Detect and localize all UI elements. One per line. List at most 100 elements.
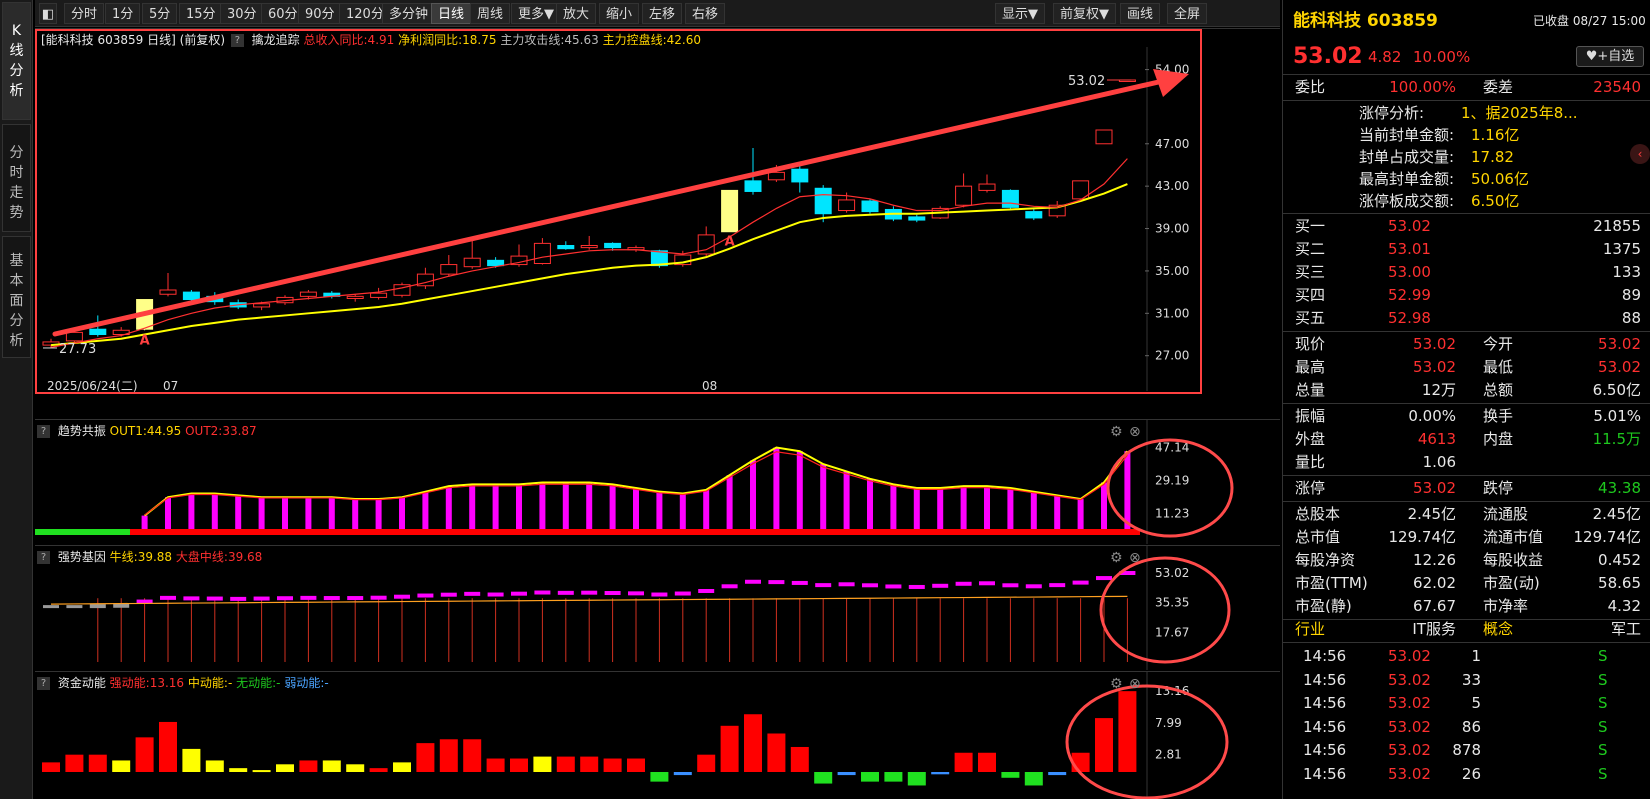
period-button-0[interactable]: 分时: [64, 3, 105, 24]
trend-bar: [1007, 488, 1014, 529]
capital-bar: [650, 772, 669, 782]
stat-label: 跌停: [1483, 479, 1514, 497]
tick-volume: 1: [1471, 647, 1481, 665]
capital-bar: [159, 721, 177, 772]
stat-row: 市盈(TTM) 62.02 市盈(动) 58.65: [1283, 572, 1650, 595]
collapse-arrow-icon[interactable]: ‹: [1630, 144, 1650, 164]
strength-bar: [534, 590, 551, 595]
tick-row: 14:56 53.02 26 S: [1283, 763, 1650, 786]
period-button-10[interactable]: 周线: [470, 3, 511, 24]
close-icon[interactable]: ⊗: [1129, 676, 1141, 692]
stat-value: 4613: [1417, 430, 1456, 448]
period-button-2[interactable]: 5分: [142, 3, 178, 24]
period-button-9[interactable]: 日线: [431, 3, 472, 24]
tick-volume: 33: [1461, 670, 1481, 689]
stat-label: 总市值: [1295, 528, 1341, 546]
tool-button-0[interactable]: 显示▼: [995, 3, 1045, 24]
stat-value: 43.38: [1598, 479, 1641, 497]
stat-label: 流通股: [1483, 505, 1529, 523]
stat-label: 外盘: [1295, 430, 1326, 448]
strength-bar: [511, 591, 527, 596]
capital-bar: [1001, 772, 1020, 778]
strength-bar: [815, 583, 832, 588]
strength-bar: [979, 581, 995, 586]
price-row: 53.02 4.82 10.00% ♥+自选: [1283, 42, 1650, 72]
gear-icon[interactable]: ⚙: [1110, 676, 1123, 692]
trend-base-red: [130, 529, 1140, 535]
candle: [533, 238, 551, 265]
tick-side: S: [1598, 741, 1608, 759]
strength-bar: [862, 583, 878, 588]
stat-value: 0.452: [1598, 551, 1641, 569]
period-button-15[interactable]: 右移: [685, 3, 726, 24]
capital-bar: [861, 772, 879, 782]
strength-bar: [908, 584, 925, 589]
bid-row: 买三 53.00 133: [1283, 261, 1650, 284]
capital-bar: [1024, 772, 1043, 786]
trend-bar: [235, 495, 242, 529]
tab-kline-analysis[interactable]: K线分析: [2, 2, 31, 120]
tab-intraday[interactable]: 分时走势: [2, 124, 31, 232]
stat-value: 53.02: [1413, 479, 1456, 497]
stat-label: 今开: [1483, 335, 1514, 353]
period-button-14[interactable]: 左移: [642, 3, 683, 24]
candle: [978, 174, 996, 193]
close-icon[interactable]: ⊗: [1129, 550, 1141, 566]
gear-icon[interactable]: ⚙: [1110, 424, 1123, 440]
kline-chart[interactable]: 54.0047.0043.0039.0035.0031.0027.002025/…: [35, 29, 1280, 414]
stat-row: 涨停 53.02 跌停 43.38: [1283, 477, 1650, 500]
capital-bar: [65, 754, 84, 772]
trend-chart[interactable]: 47.1429.1911.23⚙ ⊗: [35, 420, 1280, 544]
trend-bar: [773, 447, 780, 529]
period-button-4[interactable]: 30分: [220, 3, 264, 24]
tool-button-3[interactable]: 全屏: [1167, 3, 1208, 24]
trend-bar: [656, 491, 663, 529]
strength-bar: [230, 596, 247, 601]
trend-bar: [399, 497, 405, 529]
kline-date-label: 2025/06/24(二): [47, 379, 138, 393]
strength-bar: [628, 591, 644, 596]
bid-volume: 88: [1621, 309, 1641, 327]
strength-bar: [487, 592, 504, 597]
stat-value: 12万: [1421, 381, 1456, 399]
close-icon[interactable]: ⊗: [1129, 424, 1141, 440]
strength-y-tick: 53.02: [1155, 566, 1189, 580]
capital-chart[interactable]: 13.167.992.81⚙ ⊗: [35, 672, 1280, 799]
period-button-11[interactable]: 更多▼: [511, 3, 561, 24]
period-button-8[interactable]: 多分钟: [382, 3, 436, 24]
trend-bar: [141, 515, 148, 529]
gear-icon[interactable]: ⚙: [1110, 550, 1123, 566]
period-button-12[interactable]: 放大: [556, 3, 597, 24]
trend-bar: [726, 475, 733, 529]
capital-bar: [954, 752, 973, 772]
stat-label: 总量: [1295, 381, 1326, 399]
capital-bar: [299, 760, 318, 772]
tick-price: 53.02: [1388, 670, 1431, 689]
tab-fundamentals[interactable]: 基本面分析: [2, 236, 31, 358]
candle: [463, 239, 481, 269]
period-button-3[interactable]: 15分: [179, 3, 223, 24]
sidebar-toggle-icon[interactable]: ◧: [39, 3, 57, 24]
add-watchlist-button[interactable]: ♥+自选: [1576, 46, 1644, 67]
stat-row: 市盈(静) 67.67 市净率 4.32: [1283, 595, 1650, 618]
trend-bar: [211, 493, 218, 529]
tool-button-1[interactable]: 前复权▼: [1053, 3, 1116, 24]
capital-bar: [182, 748, 201, 772]
period-button-13[interactable]: 缩小: [599, 3, 640, 24]
wc-label: 委差: [1483, 78, 1514, 96]
tool-button-2[interactable]: 画线: [1120, 3, 1161, 24]
limit-label: 当前封单金额:: [1359, 126, 1455, 144]
bid-price: 52.99: [1388, 286, 1431, 304]
strength-bar: [253, 596, 270, 601]
buy-signal-marker: A: [725, 235, 735, 250]
bid-label: 买五: [1295, 309, 1326, 327]
stat-value: 0.00%: [1408, 407, 1456, 425]
candle: [908, 214, 926, 223]
strength-chart[interactable]: 53.02 35.35 17.67 ⚙ ⊗: [35, 546, 1280, 670]
strength-bar: [745, 579, 761, 584]
period-button-6[interactable]: 90分: [298, 3, 342, 24]
period-button-1[interactable]: 1分: [105, 3, 141, 24]
trend-bar: [352, 499, 359, 529]
wb-label: 委比: [1295, 78, 1326, 96]
market-status: 已收盘 08/27 15:00: [1533, 14, 1646, 28]
